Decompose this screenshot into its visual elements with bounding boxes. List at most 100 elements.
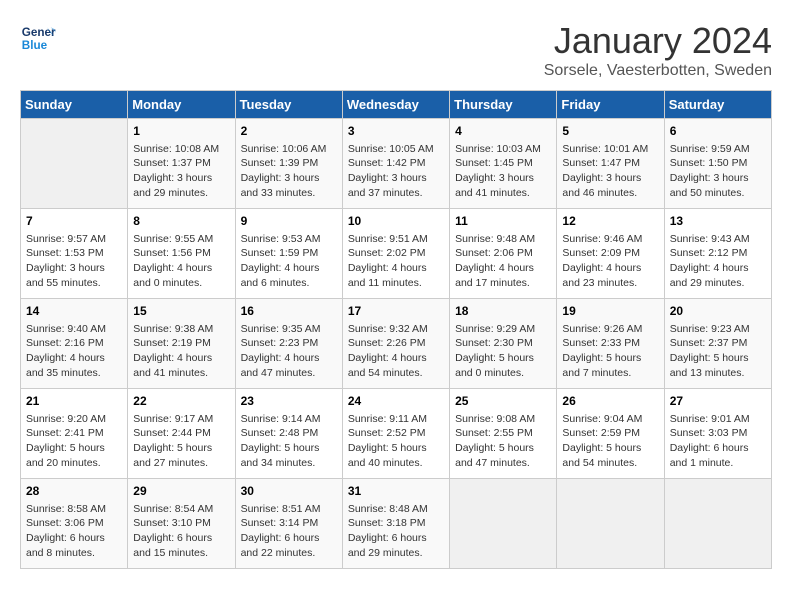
day-info: Sunrise: 9:35 AM Sunset: 2:23 PM Dayligh… xyxy=(241,322,337,381)
day-cell: 6 Sunrise: 9:59 AM Sunset: 1:50 PM Daylig… xyxy=(664,119,771,209)
day-number: 12 xyxy=(562,213,658,230)
svg-text:Blue: Blue xyxy=(22,39,48,52)
day-info: Sunrise: 9:20 AM Sunset: 2:41 PM Dayligh… xyxy=(26,412,122,471)
day-info: Sunrise: 9:48 AM Sunset: 2:06 PM Dayligh… xyxy=(455,232,551,291)
day-cell: 13 Sunrise: 9:43 AM Sunset: 2:12 PM Dayli… xyxy=(664,209,771,299)
day-info: Sunrise: 9:29 AM Sunset: 2:30 PM Dayligh… xyxy=(455,322,551,381)
header-thursday: Thursday xyxy=(450,91,557,119)
day-cell: 17 Sunrise: 9:32 AM Sunset: 2:26 PM Dayli… xyxy=(342,299,449,389)
day-number: 11 xyxy=(455,213,551,230)
day-cell: 7 Sunrise: 9:57 AM Sunset: 1:53 PM Daylig… xyxy=(21,209,128,299)
day-number: 20 xyxy=(670,303,766,320)
day-cell: 4Sunrise: 10:03 AM Sunset: 1:45 PM Dayli… xyxy=(450,119,557,209)
day-number: 31 xyxy=(348,483,444,500)
day-info: Sunrise: 8:51 AM Sunset: 3:14 PM Dayligh… xyxy=(241,502,337,561)
day-number: 7 xyxy=(26,213,122,230)
day-info: Sunrise: 9:59 AM Sunset: 1:50 PM Dayligh… xyxy=(670,142,766,201)
header-wednesday: Wednesday xyxy=(342,91,449,119)
day-cell xyxy=(21,119,128,209)
day-number: 24 xyxy=(348,393,444,410)
header-tuesday: Tuesday xyxy=(235,91,342,119)
day-number: 23 xyxy=(241,393,337,410)
day-info: Sunrise: 10:01 AM Sunset: 1:47 PM Daylig… xyxy=(562,142,658,201)
day-info: Sunrise: 8:58 AM Sunset: 3:06 PM Dayligh… xyxy=(26,502,122,561)
day-cell: 1Sunrise: 10:08 AM Sunset: 1:37 PM Dayli… xyxy=(128,119,235,209)
day-number: 3 xyxy=(348,123,444,140)
day-number: 28 xyxy=(26,483,122,500)
day-info: Sunrise: 9:55 AM Sunset: 1:56 PM Dayligh… xyxy=(133,232,229,291)
day-info: Sunrise: 10:06 AM Sunset: 1:39 PM Daylig… xyxy=(241,142,337,201)
day-cell: 12 Sunrise: 9:46 AM Sunset: 2:09 PM Dayli… xyxy=(557,209,664,299)
day-cell: 3 Sunrise: 10:05 AM Sunset: 1:42 PM Dayli… xyxy=(342,119,449,209)
week-row-1: 1Sunrise: 10:08 AM Sunset: 1:37 PM Dayli… xyxy=(21,119,772,209)
header-saturday: Saturday xyxy=(664,91,771,119)
day-cell: 27Sunrise: 9:01 AM Sunset: 3:03 PM Dayli… xyxy=(664,389,771,479)
logo-icon: General Blue xyxy=(20,20,56,56)
day-cell: 28 Sunrise: 8:58 AM Sunset: 3:06 PM Dayli… xyxy=(21,479,128,569)
header: General Blue January 2024 Sorsele, Vaest… xyxy=(20,20,772,80)
day-number: 2 xyxy=(241,123,337,140)
day-number: 1 xyxy=(133,123,229,140)
calendar-body: 1Sunrise: 10:08 AM Sunset: 1:37 PM Dayli… xyxy=(21,119,772,569)
week-row-2: 7 Sunrise: 9:57 AM Sunset: 1:53 PM Daylig… xyxy=(21,209,772,299)
day-cell: 2 Sunrise: 10:06 AM Sunset: 1:39 PM Dayli… xyxy=(235,119,342,209)
day-cell: 22Sunrise: 9:17 AM Sunset: 2:44 PM Dayli… xyxy=(128,389,235,479)
day-number: 21 xyxy=(26,393,122,410)
week-row-3: 14 Sunrise: 9:40 AM Sunset: 2:16 PM Dayli… xyxy=(21,299,772,389)
day-number: 25 xyxy=(455,393,551,410)
day-number: 10 xyxy=(348,213,444,230)
day-cell: 24 Sunrise: 9:11 AM Sunset: 2:52 PM Dayli… xyxy=(342,389,449,479)
day-cell: 11 Sunrise: 9:48 AM Sunset: 2:06 PM Dayli… xyxy=(450,209,557,299)
day-info: Sunrise: 9:46 AM Sunset: 2:09 PM Dayligh… xyxy=(562,232,658,291)
day-info: Sunrise: 9:53 AM Sunset: 1:59 PM Dayligh… xyxy=(241,232,337,291)
day-cell: 8 Sunrise: 9:55 AM Sunset: 1:56 PM Daylig… xyxy=(128,209,235,299)
day-cell: 15 Sunrise: 9:38 AM Sunset: 2:19 PM Dayli… xyxy=(128,299,235,389)
day-info: Sunrise: 9:38 AM Sunset: 2:19 PM Dayligh… xyxy=(133,322,229,381)
day-info: Sunrise: 9:32 AM Sunset: 2:26 PM Dayligh… xyxy=(348,322,444,381)
header-friday: Friday xyxy=(557,91,664,119)
day-cell xyxy=(450,479,557,569)
day-cell xyxy=(664,479,771,569)
day-info: Sunrise: 9:14 AM Sunset: 2:48 PM Dayligh… xyxy=(241,412,337,471)
day-number: 14 xyxy=(26,303,122,320)
day-number: 13 xyxy=(670,213,766,230)
day-info: Sunrise: 10:05 AM Sunset: 1:42 PM Daylig… xyxy=(348,142,444,201)
day-info: Sunrise: 9:04 AM Sunset: 2:59 PM Dayligh… xyxy=(562,412,658,471)
day-cell: 18 Sunrise: 9:29 AM Sunset: 2:30 PM Dayli… xyxy=(450,299,557,389)
day-number: 8 xyxy=(133,213,229,230)
calendar-header: Sunday Monday Tuesday Wednesday Thursday… xyxy=(21,91,772,119)
day-cell: 30 Sunrise: 8:51 AM Sunset: 3:14 PM Dayli… xyxy=(235,479,342,569)
day-cell: 19Sunrise: 9:26 AM Sunset: 2:33 PM Dayli… xyxy=(557,299,664,389)
header-monday: Monday xyxy=(128,91,235,119)
day-number: 15 xyxy=(133,303,229,320)
day-number: 4 xyxy=(455,123,551,140)
day-info: Sunrise: 9:40 AM Sunset: 2:16 PM Dayligh… xyxy=(26,322,122,381)
day-cell: 31 Sunrise: 8:48 AM Sunset: 3:18 PM Dayli… xyxy=(342,479,449,569)
day-number: 16 xyxy=(241,303,337,320)
title-area: January 2024 Sorsele, Vaesterbotten, Swe… xyxy=(544,20,772,80)
day-cell: 10 Sunrise: 9:51 AM Sunset: 2:02 PM Dayli… xyxy=(342,209,449,299)
day-cell: 21 Sunrise: 9:20 AM Sunset: 2:41 PM Dayli… xyxy=(21,389,128,479)
day-number: 22 xyxy=(133,393,229,410)
day-number: 19 xyxy=(562,303,658,320)
day-number: 30 xyxy=(241,483,337,500)
day-cell: 5Sunrise: 10:01 AM Sunset: 1:47 PM Dayli… xyxy=(557,119,664,209)
day-info: Sunrise: 9:11 AM Sunset: 2:52 PM Dayligh… xyxy=(348,412,444,471)
calendar-subtitle: Sorsele, Vaesterbotten, Sweden xyxy=(544,62,772,80)
calendar-title: January 2024 xyxy=(544,20,772,62)
day-info: Sunrise: 9:51 AM Sunset: 2:02 PM Dayligh… xyxy=(348,232,444,291)
day-number: 6 xyxy=(670,123,766,140)
day-info: Sunrise: 9:57 AM Sunset: 1:53 PM Dayligh… xyxy=(26,232,122,291)
day-info: Sunrise: 8:48 AM Sunset: 3:18 PM Dayligh… xyxy=(348,502,444,561)
day-info: Sunrise: 9:08 AM Sunset: 2:55 PM Dayligh… xyxy=(455,412,551,471)
day-number: 18 xyxy=(455,303,551,320)
day-number: 17 xyxy=(348,303,444,320)
day-cell: 26Sunrise: 9:04 AM Sunset: 2:59 PM Dayli… xyxy=(557,389,664,479)
day-cell xyxy=(557,479,664,569)
day-cell: 23 Sunrise: 9:14 AM Sunset: 2:48 PM Dayli… xyxy=(235,389,342,479)
week-row-5: 28 Sunrise: 8:58 AM Sunset: 3:06 PM Dayli… xyxy=(21,479,772,569)
logo: General Blue xyxy=(20,20,56,56)
day-info: Sunrise: 9:43 AM Sunset: 2:12 PM Dayligh… xyxy=(670,232,766,291)
day-number: 9 xyxy=(241,213,337,230)
day-number: 29 xyxy=(133,483,229,500)
